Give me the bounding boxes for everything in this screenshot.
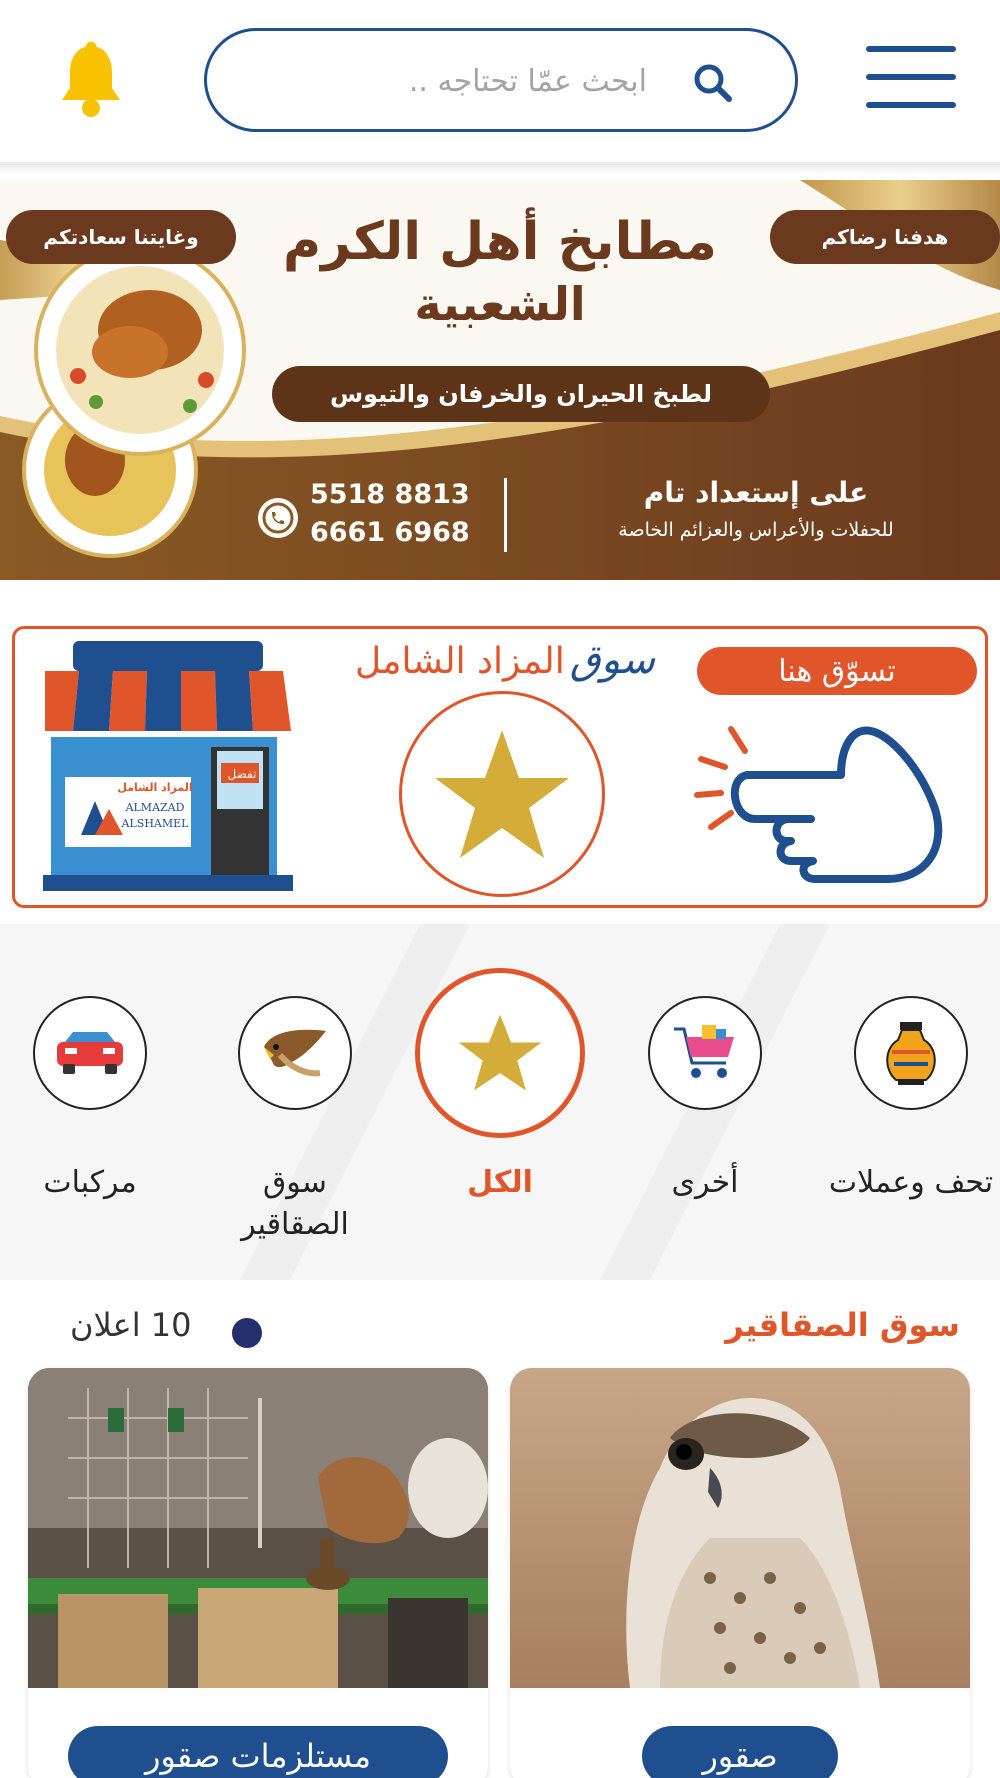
count-dot [232, 1318, 262, 1348]
banner-title: مطابخ أهل الكرم الشعبية [240, 210, 760, 334]
falcon-supplies-photo [28, 1368, 488, 1688]
listing-card-falcons[interactable]: صقور [510, 1368, 970, 1778]
header-divider [0, 162, 1000, 174]
ads-count: 10 اعلان [70, 1306, 192, 1344]
category-antiques[interactable]: تحف وعملات [808, 996, 1000, 1204]
banner-tag-left: وغايتنا سعادتكم [6, 210, 236, 264]
bell-icon[interactable] [58, 42, 124, 118]
banner-ready: على إستعداد تام للحفلات والأعراس والعزائ… [556, 476, 956, 541]
category-label: سوق الصقاقير [241, 1165, 349, 1242]
shopping-cart-icon [648, 996, 762, 1110]
promo-title-orange: المزاد الشامل [354, 641, 565, 682]
search-bar[interactable] [204, 28, 798, 132]
storefront-icon: تفضل المزاد الشامل ALMAZAD ALSHAMEL [37, 641, 299, 893]
hamburger-menu-icon[interactable] [866, 46, 956, 112]
ad-banner[interactable]: وغايتنا سعادتكم هدفنا رضاكم مطابخ أهل ال… [0, 180, 1000, 580]
star-icon [435, 730, 569, 858]
category-label: تحف وعملات [828, 1165, 994, 1200]
banner-ready-line2: للحفلات والأعراس والعزائم الخاصة [618, 519, 894, 541]
category-all[interactable]: الكل [397, 968, 603, 1204]
pointing-hand-icon [691, 709, 957, 889]
category-label: أخرى [671, 1165, 739, 1200]
promo-title-blue: سوق [569, 637, 656, 683]
shop-logo-arabic: المزاد الشامل [117, 781, 193, 794]
card-label-pill: مستلزمات صقور [68, 1726, 448, 1778]
banner-phones: 5518 8813 6661 6968 [310, 476, 470, 552]
section-title: سوق الصقاقير [725, 1306, 960, 1344]
top-bar [0, 0, 1000, 162]
banner-phone-2: 6661 6968 [310, 517, 470, 548]
category-label: الكل [467, 1165, 533, 1200]
category-falcons[interactable]: سوق الصقاقير [192, 996, 398, 1246]
category-vehicles[interactable]: مركبات [0, 996, 193, 1204]
banner-title-line2: الشعبية [414, 277, 586, 331]
star-icon [415, 968, 585, 1138]
shop-promo-banner[interactable]: تفضل المزاد الشامل ALMAZAD ALSHAMEL سوق … [12, 626, 988, 908]
banner-phone-1: 5518 8813 [310, 479, 470, 510]
card-label-pill: صقور [642, 1726, 838, 1778]
banner-subtitle: لطبخ الحيران والخرفان والتيوس [272, 366, 770, 422]
whatsapp-icon [256, 496, 300, 540]
falcon-icon [238, 996, 352, 1110]
shop-sign-label: تفضل [227, 767, 257, 781]
shop-logo-en1: ALMAZAD [125, 801, 185, 814]
listing-card-falcon-supplies[interactable]: مستلزمات صقور [28, 1368, 488, 1778]
category-other[interactable]: أخرى [602, 996, 808, 1204]
car-icon [33, 996, 147, 1110]
promo-star-circle [399, 691, 605, 897]
shop-logo-en2: ALSHAMEL [121, 817, 189, 830]
banner-tag-right: هدفنا رضاكم [770, 210, 1000, 264]
falcon-photo [510, 1368, 970, 1688]
banner-ready-line1: على إستعداد تام [643, 476, 869, 509]
category-label: مركبات [43, 1165, 137, 1200]
vase-icon [854, 996, 968, 1110]
search-icon[interactable] [693, 63, 733, 103]
search-input[interactable] [317, 53, 647, 109]
shop-here-button[interactable]: تسوّق هنا [697, 647, 977, 695]
promo-title: سوق المزاد الشامل [335, 637, 675, 683]
categories-section: تحف وعملات أخرى الكل سوق الصقاقير مركبات [0, 924, 1000, 1280]
banner-divider [504, 478, 507, 552]
banner-title-line1: مطابخ أهل الكرم [283, 212, 717, 272]
